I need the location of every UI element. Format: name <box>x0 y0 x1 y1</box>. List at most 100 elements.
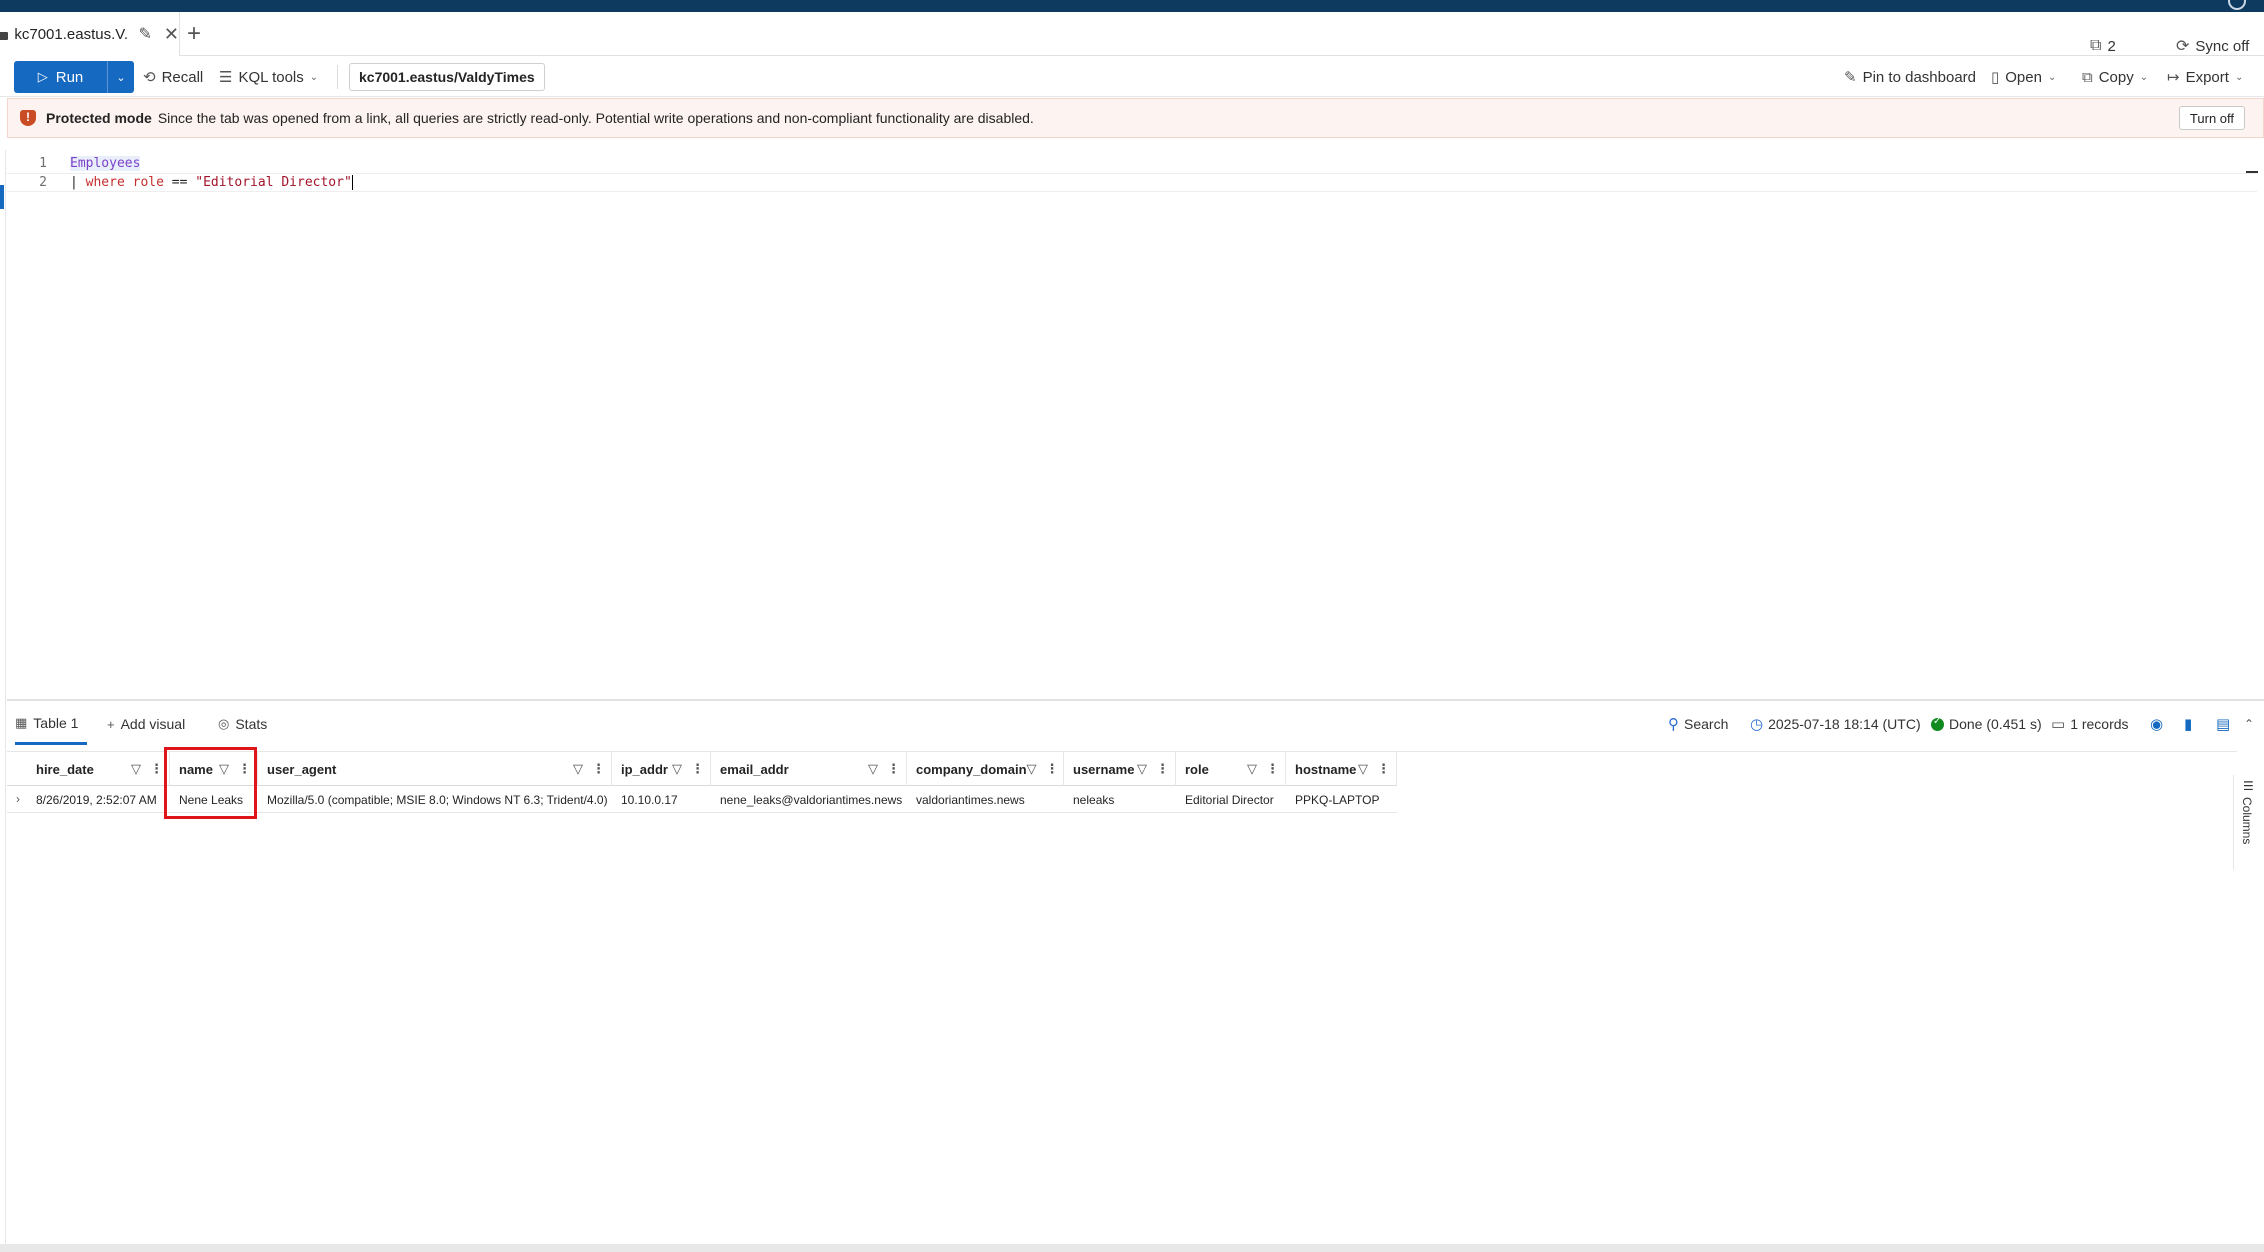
chevron-down-icon: ⌄ <box>309 71 319 83</box>
records-text: 1 records <box>2070 716 2129 732</box>
open-button[interactable]: ▯ Open ⌄ <box>1991 61 2056 93</box>
kql-tools-button[interactable]: ☰ KQL tools ⌄ <box>219 61 318 93</box>
column-title: role <box>1185 761 1209 777</box>
editor-line-1[interactable]: 1 Employees <box>7 154 2257 173</box>
column-header-user-agent[interactable]: user_agent ▽ ⋮ <box>258 752 612 786</box>
tab-table-1-label: Table 1 <box>33 714 79 731</box>
line-number: 1 <box>39 156 47 171</box>
tab-stats[interactable]: ◎ Stats <box>218 703 267 745</box>
copy-button[interactable]: ⧉ Copy ⌄ <box>2082 61 2148 93</box>
column-menu-icon[interactable]: ⋮ <box>1046 761 1059 777</box>
query-status: Done (0.451 s) <box>1931 703 2042 745</box>
tab-stats-label: Stats <box>235 716 268 732</box>
columns-panel-toggle[interactable]: ☰ Columns <box>2233 775 2264 870</box>
filter-icon[interactable]: ▽ <box>868 761 878 777</box>
help-icon[interactable] <box>2228 0 2246 10</box>
cell-role: Editorial Director <box>1185 793 1274 807</box>
filter-icon[interactable]: ▽ <box>1247 761 1257 777</box>
query-tab[interactable]: kc7001.eastus.V... ✎ ✕ <box>0 12 180 56</box>
bottom-edge <box>0 1244 2264 1252</box>
table-token: Employees <box>70 156 141 171</box>
run-dropdown-chevron-icon[interactable]: ⌄ <box>108 61 134 93</box>
run-button[interactable]: ▷ Run ⌄ <box>14 61 134 93</box>
chevron-down-icon: ⌄ <box>2139 71 2149 83</box>
filter-icon[interactable]: ▽ <box>131 761 141 777</box>
query-editor[interactable]: 1 Employees 2 | where role == "Editorial… <box>7 150 2264 698</box>
column-title: ip_addr <box>621 761 668 777</box>
filter-icon[interactable]: ▽ <box>1358 761 1368 777</box>
copy-icon: ⧉ <box>2082 68 2093 86</box>
column-menu-icon[interactable]: ⋮ <box>887 761 900 777</box>
filter-icon[interactable]: ▽ <box>672 761 682 777</box>
table-icon: ▦ <box>15 714 28 730</box>
left-border <box>5 150 6 1244</box>
tools-icon: ☰ <box>219 69 233 86</box>
turn-off-button[interactable]: Turn off <box>2178 106 2245 130</box>
kql-tools-label: KQL tools <box>238 68 304 86</box>
cell-username: neleaks <box>1073 793 1115 807</box>
column-header-username[interactable]: username ▽ ⋮ <box>1064 752 1176 786</box>
cell-company-domain: valdoriantimes.news <box>916 793 1025 807</box>
sync-icon: ⟳ <box>2176 38 2190 55</box>
search-results-button[interactable]: ⚲ Search <box>1668 703 1728 745</box>
column-header-email-addr[interactable]: email_addr ▽ ⋮ <box>711 752 907 786</box>
column-header-hire-date[interactable]: hire_date ▽ ⋮ <box>27 752 170 786</box>
column-menu-icon[interactable]: ⋮ <box>1266 761 1279 777</box>
recall-label: Recall <box>161 68 204 86</box>
open-label: Open <box>2005 68 2042 86</box>
column-menu-icon[interactable]: ⋮ <box>150 761 163 777</box>
column-menu-icon[interactable]: ⋮ <box>691 761 704 777</box>
results-toolbar: ▦ Table 1 + Add visual ◎ Stats ⚲ Search … <box>7 703 2264 745</box>
column-menu-icon[interactable]: ⋮ <box>592 761 605 777</box>
visibility-toggle[interactable]: ◉ <box>2150 703 2163 745</box>
tab-bar: kc7001.eastus.V... ✎ ✕ + ⧉ 2 ⟳ Sync off <box>0 12 2264 56</box>
export-button[interactable]: ↦ Export ⌄ <box>2167 61 2243 93</box>
status-text: Done (0.451 s) <box>1949 716 2042 732</box>
column-title: hostname <box>1295 761 1357 777</box>
recall-button[interactable]: ⟲ Recall <box>143 61 203 93</box>
pane-splitter[interactable] <box>7 699 2264 701</box>
tab-add-visual[interactable]: + Add visual <box>107 703 185 745</box>
history-icon: ⟲ <box>143 69 156 86</box>
cell-ip-addr: 10.10.0.17 <box>621 793 678 807</box>
eye-icon: ◉ <box>2150 716 2164 733</box>
editor-line-2[interactable]: 2 | where role == "Editorial Director" <box>7 173 2257 192</box>
tab-add-visual-label: Add visual <box>120 716 186 732</box>
records-icon: ▭ <box>2051 716 2066 733</box>
clock-icon: ◷ <box>1750 716 1764 733</box>
pin-to-dashboard-button[interactable]: ✎ Pin to dashboard <box>1844 61 1976 93</box>
column-menu-icon[interactable]: ⋮ <box>1156 761 1169 777</box>
collapse-results-button[interactable]: ⌃ <box>2244 703 2254 745</box>
column-header-role[interactable]: role ▽ ⋮ <box>1176 752 1286 786</box>
run-label: Run <box>55 68 84 86</box>
stats-icon: ◎ <box>218 716 230 731</box>
rename-pencil-icon[interactable]: ✎ <box>139 24 152 44</box>
tab-table-1[interactable]: ▦ Table 1 <box>15 703 87 745</box>
filter-icon[interactable]: ▽ <box>1137 761 1147 777</box>
banner-title: Protected mode <box>46 110 152 126</box>
copies-count: 2 <box>2107 37 2116 55</box>
add-tab-button[interactable]: + <box>183 20 205 48</box>
shield-warning-icon <box>20 110 36 126</box>
clipboard-button[interactable]: ▮ <box>2184 703 2192 745</box>
columns-label: Columns <box>2240 797 2254 845</box>
column-menu-icon[interactable]: ⋮ <box>1377 761 1390 777</box>
search-icon: ⚲ <box>1668 716 1679 733</box>
layout-button[interactable]: ▤ <box>2216 703 2230 745</box>
column-header-hostname[interactable]: hostname ▽ ⋮ <box>1286 752 1397 786</box>
filter-icon[interactable]: ▽ <box>573 761 583 777</box>
results-grid: hire_date ▽ ⋮ name ▽ ⋮ user_agent ▽ ⋮ ip_addr ▽… <box>7 751 2237 1241</box>
column-header-ip-addr[interactable]: ip_addr ▽ ⋮ <box>612 752 711 786</box>
success-check-icon <box>1931 716 1944 731</box>
expand-row-icon[interactable]: › <box>16 792 20 806</box>
code-line-1: Employees <box>70 156 141 171</box>
run-main[interactable]: ▷ Run <box>14 61 108 93</box>
copy-label: Copy <box>2098 68 2134 86</box>
lock-icon <box>0 28 11 40</box>
filter-icon[interactable]: ▽ <box>1027 761 1037 777</box>
column-header-company-domain[interactable]: company_domain ▽ ⋮ <box>907 752 1064 786</box>
column-title: email_addr <box>720 761 789 777</box>
close-tab-icon[interactable]: ✕ <box>164 24 179 45</box>
cluster-database-selector[interactable]: kc7001.eastus/ValdyTimes <box>349 63 545 91</box>
cell-email-addr: nene_leaks@valdoriantimes.news <box>720 793 903 807</box>
